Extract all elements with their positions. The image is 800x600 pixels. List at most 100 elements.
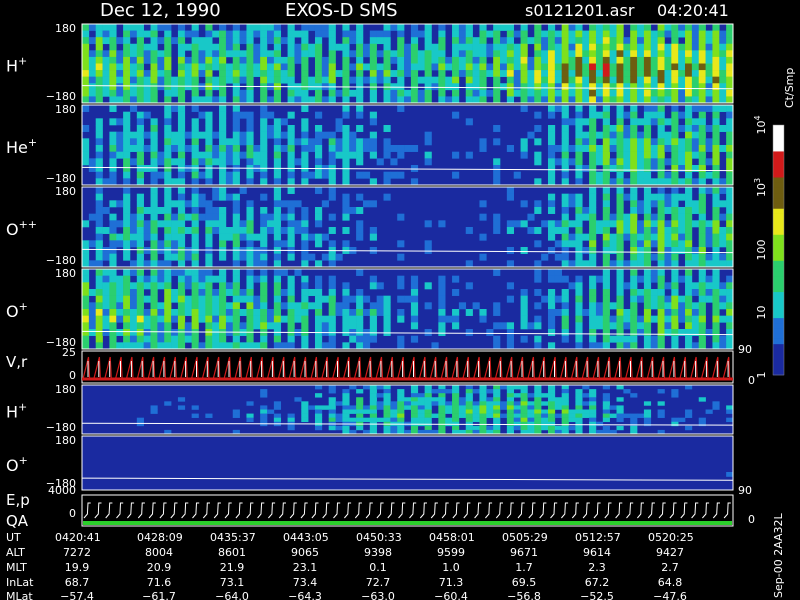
spectrogram-cell — [308, 50, 316, 58]
spectrogram-cell — [424, 96, 432, 104]
spectrogram-cell — [719, 260, 727, 268]
spectrogram-cell — [82, 96, 90, 104]
spectrogram-cell — [109, 24, 117, 31]
spectrogram-cell — [589, 207, 597, 214]
spectrogram-cell — [595, 24, 604, 31]
spectrogram-cell — [136, 50, 144, 58]
spectrogram-cell — [671, 417, 679, 423]
spectrogram-cell — [383, 43, 391, 51]
spectrogram-cell — [637, 233, 645, 241]
spectrogram-cell — [253, 322, 261, 330]
spectrogram-cell — [486, 329, 494, 336]
spectrogram-cell — [424, 24, 432, 31]
spectrogram-cell — [171, 253, 179, 261]
spectrogram-cell — [280, 145, 288, 152]
spectrogram-cell — [273, 145, 282, 152]
spectrogram-cell — [575, 289, 583, 296]
spectrogram-cell — [554, 413, 562, 418]
spectrogram-cell — [225, 76, 234, 84]
spectrogram-cell — [150, 138, 158, 146]
spectrogram-cell — [575, 24, 583, 31]
spectrogram-cell — [287, 240, 295, 248]
spectrogram-cell — [671, 158, 679, 166]
spectrogram-cell — [267, 409, 275, 414]
spectrogram-cell — [294, 397, 302, 402]
spectrogram-cell — [191, 171, 199, 179]
spectrogram-cell — [657, 240, 665, 248]
spectrogram-cell — [328, 401, 336, 406]
spectrogram-cell — [164, 282, 172, 290]
spectrogram-cell — [356, 96, 364, 104]
spectrogram-cell — [205, 125, 213, 132]
spectrogram-cell — [328, 213, 336, 221]
spectrogram-cell — [726, 409, 734, 414]
spectrogram-cell — [637, 56, 645, 64]
spectrogram-cell — [109, 70, 117, 77]
spectrogram-cell — [143, 165, 151, 172]
spectrogram-cell — [129, 220, 138, 228]
spectrogram-cell — [232, 178, 240, 186]
spectrogram-cell — [664, 76, 672, 84]
spectrogram-cell — [671, 227, 679, 234]
spectrogram-cell — [225, 322, 234, 330]
spectrogram-cell — [561, 118, 569, 126]
spectrogram-cell — [287, 145, 295, 152]
colorbar-segment — [773, 369, 784, 376]
spectrogram-cell — [637, 89, 645, 97]
spectrogram-cell — [637, 131, 645, 139]
spectrogram-cell — [438, 70, 446, 77]
spectrogram-cell — [157, 171, 165, 179]
spectrogram-cell — [301, 96, 309, 104]
spectrogram-cell — [452, 389, 460, 394]
spectrogram-cell — [650, 269, 658, 276]
spectrogram-cell — [82, 37, 90, 45]
spectrogram-cell — [575, 275, 583, 283]
spectrogram-cell — [541, 30, 549, 38]
spectrogram-cell — [356, 30, 364, 38]
spectrogram-cell — [657, 151, 665, 159]
spectrogram-cell — [294, 200, 302, 208]
spectrogram-cell — [356, 70, 364, 77]
spectrogram-cell — [602, 37, 610, 45]
spectrogram-cell — [150, 165, 158, 172]
spectrogram-cell — [246, 275, 254, 283]
spectrogram-cell — [589, 335, 597, 343]
spectrogram-cell — [698, 171, 706, 179]
spectrogram-cell — [678, 309, 686, 316]
spectrogram-cell — [123, 187, 131, 194]
spectrogram-cell — [554, 56, 562, 64]
spectrogram-cell — [82, 89, 90, 97]
spectrogram-cell — [568, 282, 576, 290]
spectrogram-cell — [719, 289, 727, 296]
spectrogram-cell — [383, 96, 391, 104]
spectrogram-cell — [691, 342, 700, 350]
spectrogram-cell — [623, 70, 631, 77]
spectrogram-cell — [547, 275, 556, 283]
spectrogram-cell — [643, 30, 652, 38]
spectrogram-cell — [191, 220, 199, 228]
spectrogram-cell — [582, 165, 590, 172]
spectrogram-cell — [554, 158, 562, 166]
spectrogram-cell — [678, 295, 686, 303]
spectrogram-cell — [129, 30, 138, 38]
spectrogram-cell — [177, 165, 186, 172]
spectrogram-cell — [726, 43, 734, 51]
spectrogram-cell — [424, 389, 432, 394]
spectrogram-cell — [410, 289, 419, 296]
spectrogram-cell — [82, 138, 90, 146]
spectrogram-cell — [205, 151, 213, 159]
spectrogram-cell — [616, 227, 624, 234]
spectrogram-cell — [657, 111, 665, 119]
spectrogram-cell — [273, 213, 282, 221]
spectrogram-cell — [349, 50, 357, 58]
spectrogram-cell — [246, 138, 254, 146]
spectrogram-cell — [410, 275, 419, 283]
spectrogram-cell — [397, 401, 405, 406]
spectrogram-cell — [657, 253, 665, 261]
spectrogram-cell — [712, 269, 720, 276]
spectrogram-cell — [705, 145, 713, 152]
spectrogram-cell — [643, 118, 652, 126]
spectrogram-cell — [205, 302, 213, 310]
spectrogram-cell — [691, 30, 700, 38]
spectrogram-cell — [314, 151, 323, 159]
